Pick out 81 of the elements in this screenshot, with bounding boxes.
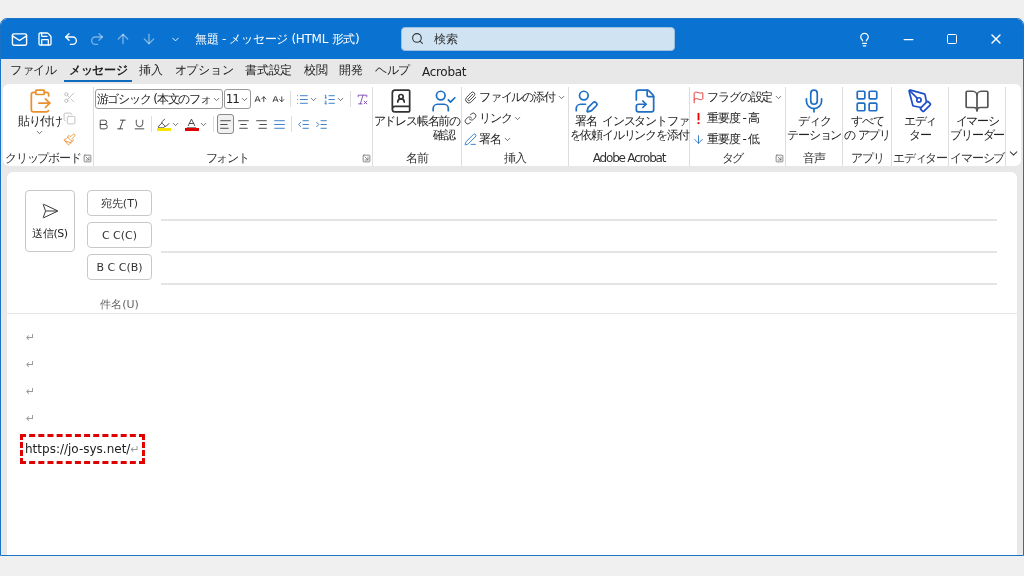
menu-tab[interactable]: 書式設定 — [240, 62, 298, 82]
font-color-icon — [184, 117, 199, 131]
paragraph-mark: ↵ — [130, 442, 140, 456]
ribbon-button[interactable]: 署名 を依頼 — [569, 87, 603, 143]
align-left-icon — [218, 117, 232, 131]
paragraph-mark: ↵ — [26, 412, 36, 425]
link-icon — [464, 111, 477, 125]
ribbon-button[interactable]: すべて の アプリ — [844, 87, 891, 143]
book-icon — [964, 88, 991, 114]
grid-icon — [854, 88, 881, 114]
dropdown-field[interactable]: 游ゴシック (本文のフォ — [94, 89, 223, 109]
outdent-icon — [296, 117, 310, 131]
menu-tab[interactable]: Acrobat — [417, 65, 472, 82]
menu-tab[interactable]: 校閲 — [299, 62, 333, 82]
send-button[interactable]: 送信(S) — [25, 190, 75, 252]
ribbon-button[interactable]: イマーシ ブリーダー — [950, 87, 1005, 143]
address-button[interactable]: 宛先(T) — [87, 190, 152, 216]
window-title: 無題 - メッセージ (HTML 形式) — [195, 30, 361, 48]
tool-button[interactable] — [216, 114, 234, 134]
group-label: フォント — [205, 149, 249, 166]
launcher-icon[interactable] — [361, 154, 371, 163]
menu-tab[interactable]: ファイル — [5, 62, 62, 82]
user-check-icon — [430, 88, 457, 114]
indent-icon — [314, 117, 328, 131]
ribbon-button[interactable]: 重要度 - 高 — [691, 108, 785, 128]
menu-tab[interactable]: オプション — [169, 62, 239, 82]
ribbon-button[interactable]: アドレス帳 — [373, 87, 428, 129]
ribbon-button[interactable]: 重要度 - 低 — [691, 129, 785, 149]
scissors-icon — [63, 90, 77, 104]
ribbon-button[interactable]: ファイルの添付 — [463, 87, 567, 107]
align-right-icon — [254, 117, 268, 131]
group-label: クリップボード — [5, 149, 81, 166]
numbered-list-icon — [322, 92, 336, 106]
ribbon-button[interactable]: リンク — [463, 108, 567, 128]
ribbon-button[interactable]: ディク テーション — [787, 87, 842, 143]
signature-icon — [464, 132, 477, 146]
search-icon — [411, 32, 424, 45]
paragraph-mark: ↵ — [26, 358, 36, 371]
group-label: タグ — [721, 149, 744, 166]
group-label: Adobe Acrobat — [592, 151, 666, 165]
ribbon-button[interactable]: エディ ター — [903, 87, 937, 143]
clear-format-icon — [355, 92, 369, 106]
paperclip-icon — [464, 90, 477, 104]
launcher-icon[interactable] — [82, 154, 92, 163]
arrow-down-icon — [692, 132, 706, 146]
paragraph-mark: ↵ — [26, 385, 36, 398]
address-button[interactable]: C C(C) — [87, 222, 152, 248]
menu-tab[interactable]: 開発 — [334, 62, 368, 82]
group-label: 名前 — [406, 149, 428, 166]
paragraph-mark: ↵ — [26, 331, 36, 344]
subject-label: 件名(U) — [99, 297, 140, 312]
ribbon-button[interactable]: 貼り付け — [18, 87, 62, 138]
pen-icon — [907, 88, 934, 114]
ribbon-button[interactable]: 署名 — [463, 129, 567, 149]
group-label: 音声 — [803, 149, 826, 166]
paintbrush-icon — [63, 132, 77, 146]
menu-tab[interactable]: メッセージ — [63, 62, 133, 82]
address-button[interactable]: B C C(B) — [87, 254, 152, 280]
ribbon-button[interactable]: 名前の 確認 — [427, 87, 460, 143]
ribbon-button[interactable]: インスタントファ イルリンクを添付 — [602, 87, 689, 143]
group-label: アプリ — [850, 149, 884, 166]
underline-icon — [132, 117, 146, 131]
menu-tab[interactable]: ヘルプ — [369, 62, 415, 82]
dropdown-field[interactable]: 11 — [223, 89, 251, 109]
justify-icon — [272, 117, 286, 131]
group-label: エディター — [893, 149, 948, 166]
send-icon — [41, 201, 59, 220]
launcher-icon[interactable] — [775, 154, 785, 163]
user-sign-icon — [572, 88, 599, 114]
menu-tab[interactable]: 挿入 — [134, 62, 168, 82]
flag-icon — [692, 90, 706, 104]
group-label: イマーシブ — [950, 149, 1005, 166]
bullet-list-icon — [295, 92, 309, 106]
search-field[interactable]: 検索 — [401, 27, 675, 51]
ribbon-button[interactable]: フラグの設定 — [691, 87, 785, 107]
copy-icon — [63, 111, 77, 125]
body-text: https://jo-sys.net/ — [25, 442, 131, 456]
group-label: 挿入 — [504, 149, 526, 166]
italic-icon — [114, 117, 128, 131]
highlighter-icon — [156, 117, 171, 131]
align-center-icon — [236, 117, 250, 131]
